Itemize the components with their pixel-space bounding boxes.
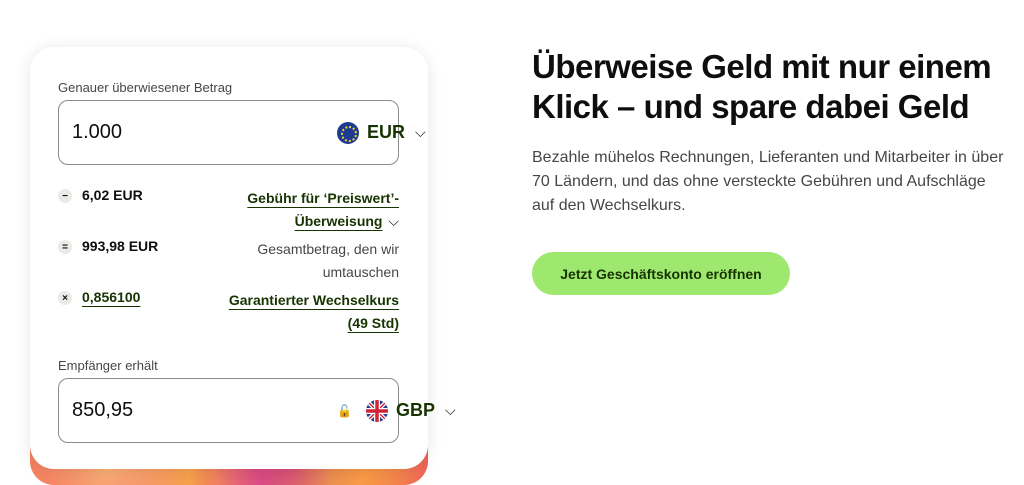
receive-currency-selector[interactable]: GBP ⌵ — [365, 399, 456, 422]
send-amount-input[interactable] — [72, 121, 337, 144]
fee-row: − 6,02 EUR Gebühr für ‘Preiswert’- Überw… — [58, 187, 399, 233]
rate-label-line2: (49 Std) — [347, 315, 399, 331]
chevron-down-icon: ⌵ — [415, 124, 426, 140]
receive-amount-input[interactable] — [72, 399, 337, 422]
times-icon: × — [58, 291, 72, 305]
receive-amount-box: 🔓 GBP ⌵ — [58, 378, 456, 443]
send-amount-box: EUR ⌵ — [58, 100, 426, 165]
uk-flag-icon — [365, 399, 388, 422]
fee-amount: 6,02 EUR — [82, 187, 143, 203]
send-amount-label: Genauer überwiesener Betrag — [58, 80, 233, 95]
eu-flag-icon — [337, 121, 359, 144]
fee-link-line2: Überweisung — [294, 213, 383, 229]
total-label: Gesamtbetrag, den wir umtauschen — [257, 238, 399, 284]
total-label-line1: Gesamtbetrag, den wir — [257, 241, 399, 257]
receive-amount-label: Empfänger erhält — [58, 358, 158, 373]
exchange-rate-value[interactable]: 0,856100 — [82, 289, 140, 305]
rate-label-line1: Garantierter Wechselkurs — [228, 292, 399, 308]
open-business-account-button[interactable]: Jetzt Geschäftskonto eröffnen — [532, 252, 790, 295]
total-label-line2: umtauschen — [322, 264, 399, 280]
total-row: = 993,98 EUR Gesamtbetrag, den wir umtau… — [58, 238, 399, 284]
unlock-icon[interactable]: 🔓 — [337, 404, 352, 418]
guaranteed-rate-link[interactable]: Garantierter Wechselkurs (49 Std) — [229, 289, 399, 335]
hero-description: Bezahle mühelos Rechnungen, Lieferanten … — [532, 149, 1004, 214]
send-currency-code: EUR — [367, 122, 406, 142]
rate-row: × 0,856100 Garantierter Wechselkurs (49 … — [58, 289, 399, 335]
equals-icon: = — [58, 240, 72, 254]
hero-heading: Überweise Geld mit nur einem Klick – und… — [532, 48, 992, 125]
fee-type-link[interactable]: Gebühr für ‘Preiswert’- Überweisung ⌵ — [247, 187, 399, 233]
calculator-card: Genauer überwiesener Betrag EUR ⌵ − 6,02… — [30, 47, 456, 469]
receive-currency-code: GBP — [395, 400, 435, 420]
fee-link-line1: Gebühr für ‘Preiswert’- — [247, 190, 399, 206]
chevron-down-icon: ⌵ — [388, 213, 399, 229]
minus-icon: − — [58, 189, 72, 203]
total-amount: 993,98 EUR — [82, 238, 159, 254]
send-currency-selector[interactable]: EUR ⌵ — [337, 121, 426, 144]
page: Genauer überwiesener Betrag EUR ⌵ − 6,02… — [0, 0, 1024, 485]
chevron-down-icon: ⌵ — [444, 402, 456, 418]
